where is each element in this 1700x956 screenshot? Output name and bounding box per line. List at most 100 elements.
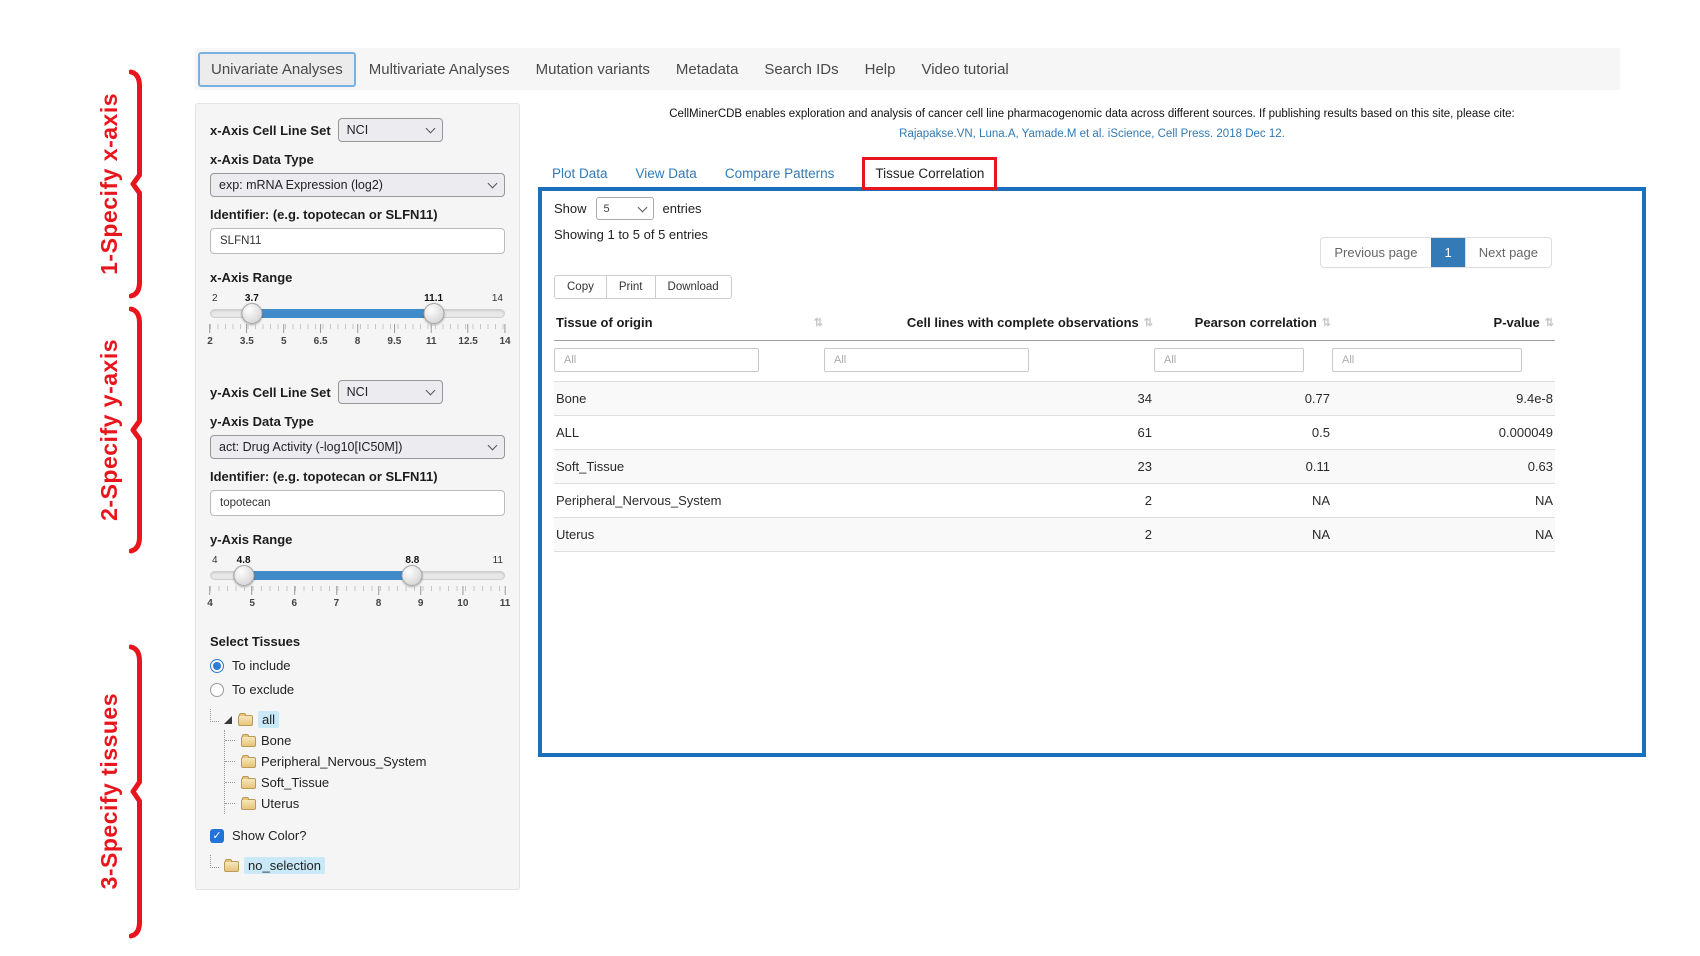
tab-compare-patterns[interactable]: Compare Patterns: [725, 166, 835, 181]
tick-label: 7: [334, 598, 340, 609]
export-buttons: Copy Print Download: [554, 275, 732, 299]
folder-icon: [224, 861, 239, 872]
tree-item[interactable]: Uterus: [225, 793, 505, 814]
nav-tab-multivariate-analyses[interactable]: Multivariate Analyses: [356, 52, 523, 87]
x-axis-range-slider[interactable]: 2 14 3.7 11.1 2 3.5 5 6.5 8 9.5 11 12.5: [210, 293, 505, 353]
cell-tissue: Peripheral_Nervous_System: [554, 484, 824, 518]
slider-max-label: 14: [492, 293, 503, 304]
y-data-type-select[interactable]: act: Drug Activity (-log10[IC50M]): [210, 435, 505, 459]
content-tabs: Plot Data View Data Compare Patterns Tis…: [552, 157, 997, 190]
tree-item[interactable]: Peripheral_Nervous_System: [225, 751, 505, 772]
cell-pvalue: NA: [1332, 484, 1555, 518]
show-color-label: Show Color?: [232, 828, 306, 843]
cell-tissue: Uterus: [554, 518, 824, 552]
nav-tab-video-tutorial[interactable]: Video tutorial: [908, 52, 1021, 87]
nav-tab-metadata[interactable]: Metadata: [663, 52, 752, 87]
filter-pearson-input[interactable]: [1154, 348, 1304, 372]
sort-icon: ⇅: [1322, 316, 1330, 329]
entries-label: entries: [663, 201, 702, 216]
previous-page-button[interactable]: Previous page: [1321, 238, 1430, 267]
cell-cell-lines: 23: [824, 450, 1154, 484]
next-page-button[interactable]: Next page: [1465, 238, 1551, 267]
filter-tissue-input[interactable]: [554, 348, 759, 372]
column-header-pvalue[interactable]: P-value ⇅: [1332, 309, 1555, 341]
y-cell-line-set-select[interactable]: NCI: [338, 380, 443, 404]
table-row: ALL 61 0.5 0.000049: [554, 416, 1555, 450]
to-include-radio[interactable]: [210, 659, 224, 673]
tab-view-data[interactable]: View Data: [636, 166, 697, 181]
correlation-table: Tissue of origin ⇅ Cell lines with compl…: [554, 309, 1555, 552]
cell-pvalue: 0.000049: [1332, 416, 1555, 450]
bracket-icon: [129, 305, 143, 555]
filter-pvalue-input[interactable]: [1332, 348, 1522, 372]
slider-handle-low[interactable]: [233, 565, 254, 586]
y-identifier-input[interactable]: [210, 490, 505, 516]
tick-label: 11: [500, 598, 511, 609]
tick-label: 3.5: [240, 336, 254, 347]
folder-icon: [238, 715, 253, 726]
filter-cell-lines-input[interactable]: [824, 348, 1029, 372]
tree-connector: [210, 709, 219, 722]
y-axis-range-slider[interactable]: 4 11 4.8 8.8 4 5 6 7 8 9 10 11: [210, 555, 505, 615]
cell-cell-lines: 34: [824, 382, 1154, 416]
tree-item-all[interactable]: all: [258, 711, 279, 728]
x-identifier-label: Identifier: (e.g. topotecan or SLFN11): [210, 207, 505, 222]
slider-grid: 4 5 6 7 8 9 10 11: [210, 586, 505, 613]
show-color-checkbox[interactable]: ✓: [210, 829, 224, 843]
folder-icon: [241, 757, 256, 768]
sidebar: x-Axis Cell Line Set NCI x-Axis Data Typ…: [195, 103, 520, 890]
table-row: Soft_Tissue 23 0.11 0.63: [554, 450, 1555, 484]
tree-item[interactable]: Soft_Tissue: [225, 772, 505, 793]
no-selection-tree: no_selection: [210, 855, 505, 876]
slider-selected-bar: [252, 309, 434, 318]
tree-item-label: Bone: [261, 733, 291, 748]
copy-button[interactable]: Copy: [554, 275, 607, 299]
page-1-button[interactable]: 1: [1431, 238, 1465, 267]
slider-selected-bar: [244, 571, 413, 580]
tick-label: 6: [292, 598, 298, 609]
tick-label: 5: [281, 336, 287, 347]
nav-tab-mutation-variants[interactable]: Mutation variants: [523, 52, 663, 87]
x-cell-line-set-select[interactable]: NCI: [338, 118, 443, 142]
tree-item-no-selection[interactable]: no_selection: [244, 857, 325, 874]
tissue-correlation-highlight: Tissue Correlation: [862, 157, 997, 190]
slider-handle-high[interactable]: [423, 303, 444, 324]
tab-plot-data[interactable]: Plot Data: [552, 166, 608, 181]
annotation-step2-label: 2-Specify y-axis: [96, 339, 123, 521]
print-button[interactable]: Print: [606, 275, 656, 299]
tick-label: 8: [376, 598, 382, 609]
tree-item[interactable]: Bone: [225, 730, 505, 751]
tick-label: 6.5: [314, 336, 328, 347]
sort-icon: ⇅: [814, 316, 822, 329]
x-axis-section: x-Axis Cell Line Set NCI x-Axis Data Typ…: [210, 118, 505, 353]
tick-label: 9: [418, 598, 424, 609]
tissues-section: Select Tissues To include To exclude all: [210, 624, 505, 876]
cell-cell-lines: 2: [824, 484, 1154, 518]
column-header-tissue[interactable]: Tissue of origin ⇅: [554, 309, 824, 341]
entries-select[interactable]: 5: [596, 197, 654, 220]
x-data-type-value: exp: mRNA Expression (log2): [219, 178, 383, 192]
to-exclude-radio[interactable]: [210, 683, 224, 697]
x-identifier-input[interactable]: [210, 228, 505, 254]
nav-tab-help[interactable]: Help: [852, 52, 909, 87]
showing-info: Showing 1 to 5 of 5 entries: [554, 227, 708, 242]
column-header-cell-lines[interactable]: Cell lines with complete observations ⇅: [824, 309, 1154, 341]
tab-tissue-correlation[interactable]: Tissue Correlation: [875, 166, 984, 181]
column-header-pearson[interactable]: Pearson correlation ⇅: [1154, 309, 1332, 341]
nav-tab-search-ids[interactable]: Search IDs: [751, 52, 851, 87]
tick-label: 9.5: [387, 336, 401, 347]
sort-icon: ⇅: [1144, 316, 1152, 329]
x-data-type-select[interactable]: exp: mRNA Expression (log2): [210, 173, 505, 197]
select-tissues-label: Select Tissues: [210, 634, 505, 649]
citation-link[interactable]: Rajapakse.VN, Luna.A, Yamade.M et al. iS…: [538, 125, 1646, 145]
to-include-label: To include: [232, 658, 291, 673]
slider-handle-low[interactable]: [241, 303, 262, 324]
x-cell-line-set-value: NCI: [347, 123, 369, 137]
tree-expander-icon[interactable]: [224, 716, 232, 724]
slider-handle-high[interactable]: [402, 565, 423, 586]
show-label: Show: [554, 201, 587, 216]
download-button[interactable]: Download: [655, 275, 732, 299]
cell-pearson: NA: [1154, 518, 1332, 552]
tree-item-label: Soft_Tissue: [261, 775, 329, 790]
nav-tab-univariate-analyses[interactable]: Univariate Analyses: [198, 52, 356, 87]
